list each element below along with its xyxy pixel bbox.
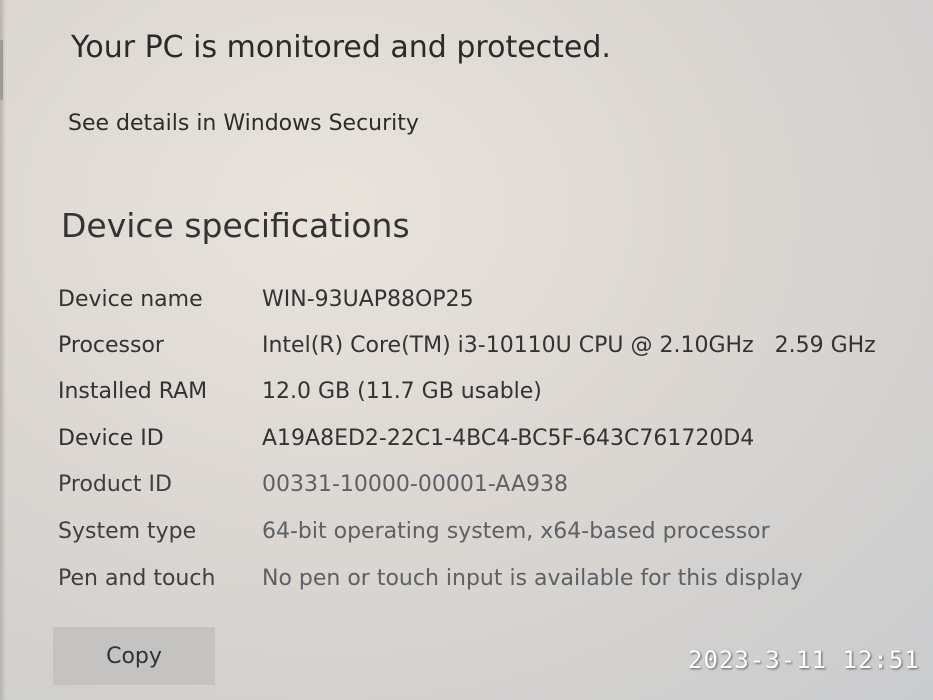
device-specifications-heading: Device specifications [61, 206, 410, 245]
spec-label: Pen and touch [58, 566, 216, 591]
spec-value: A19A8ED2-22C1-4BC4-BC5F-643C761720D4 [262, 426, 755, 451]
spec-label: Installed RAM [58, 379, 208, 404]
spec-label: Product ID [58, 472, 172, 497]
spec-value: 64-bit operating system, x64-based proce… [262, 519, 770, 544]
spec-row-product-id: Product ID 00331-10000-00001-AA938 [0, 472, 933, 512]
windows-security-link[interactable]: See details in Windows Security [68, 111, 419, 136]
spec-label: Processor [58, 333, 164, 358]
photo-timestamp: 2023-3-11 12:51 [688, 646, 920, 674]
spec-value: 00331-10000-00001-AA938 [262, 472, 568, 497]
spec-label: Device ID [58, 426, 164, 451]
spec-row-device-name: Device name WIN-93UAP88OP25 [0, 287, 933, 327]
window-left-border [0, 40, 3, 100]
spec-row-system-type: System type 64-bit operating system, x64… [0, 519, 933, 559]
spec-value: 12.0 GB (11.7 GB usable) [262, 379, 542, 404]
spec-value: WIN-93UAP88OP25 [262, 287, 474, 312]
spec-row-installed-ram: Installed RAM 12.0 GB (11.7 GB usable) [0, 379, 933, 419]
spec-row-pen-and-touch: Pen and touch No pen or touch input is a… [0, 566, 933, 606]
spec-row-processor: Processor Intel(R) Core(TM) i3-10110U CP… [0, 333, 933, 373]
spec-label: System type [58, 519, 197, 544]
spec-label: Device name [58, 287, 203, 312]
spec-value: Intel(R) Core(TM) i3-10110U CPU @ 2.10GH… [262, 333, 876, 358]
protection-status-title: Your PC is monitored and protected. [71, 30, 611, 65]
spec-value: No pen or touch input is available for t… [262, 566, 803, 591]
copy-button[interactable]: Copy [53, 627, 215, 685]
spec-row-device-id: Device ID A19A8ED2-22C1-4BC4-BC5F-643C76… [0, 426, 933, 466]
